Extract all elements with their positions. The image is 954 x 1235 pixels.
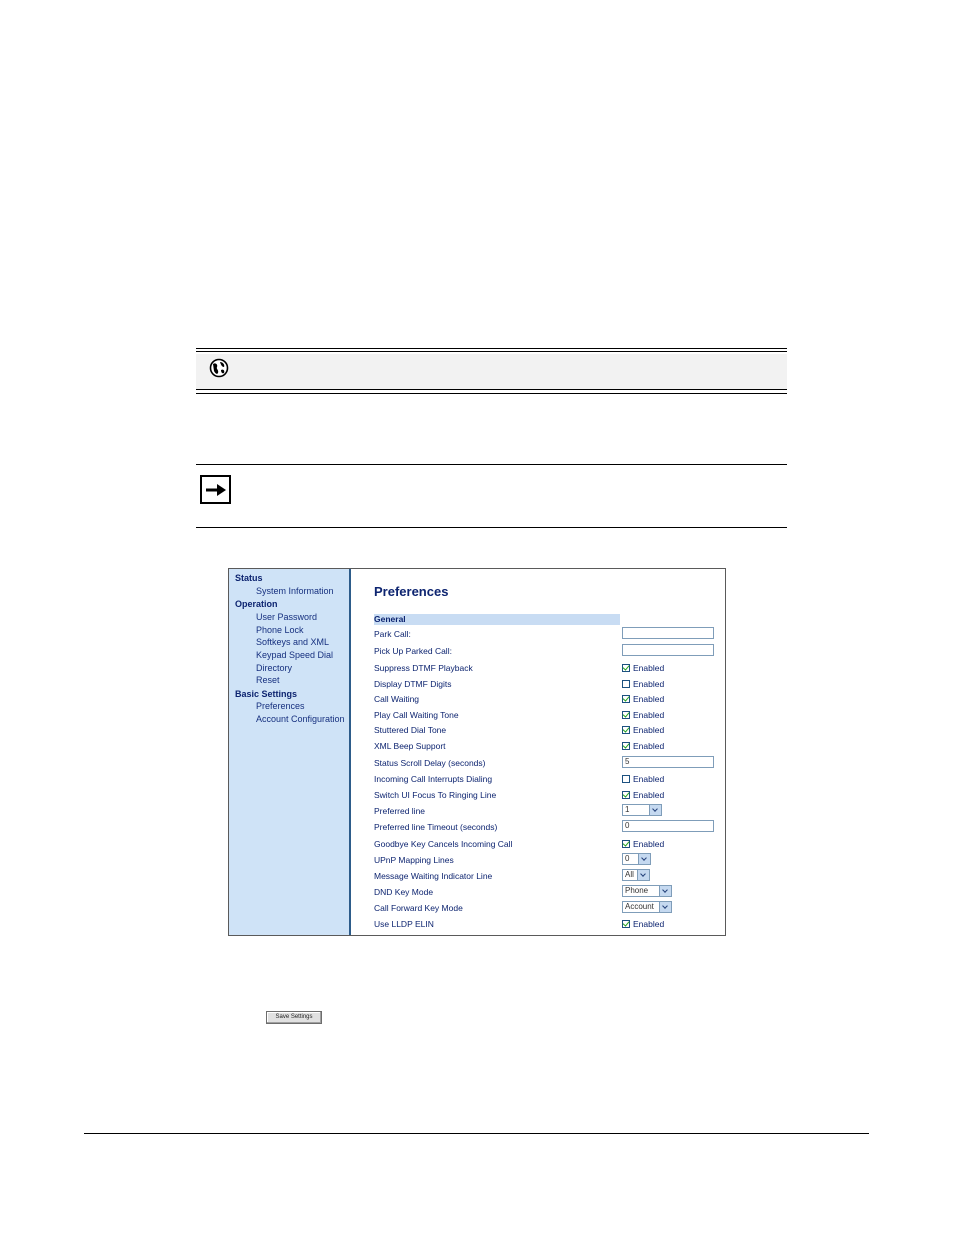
setting-label: Suppress DTMF Playback bbox=[374, 663, 473, 673]
checkbox-label: Enabled bbox=[633, 709, 665, 720]
select-value: Phone bbox=[625, 886, 649, 895]
setting-text-field[interactable] bbox=[622, 644, 714, 656]
setting-select[interactable]: 0 bbox=[622, 853, 651, 865]
setting-label: Message Waiting Indicator Line bbox=[374, 871, 493, 881]
checkbox-checked-icon[interactable] bbox=[622, 741, 630, 750]
setting-label: Preferred line Timeout (seconds) bbox=[374, 822, 498, 832]
footer-divider bbox=[84, 1133, 869, 1134]
checkbox-checked-icon[interactable] bbox=[622, 663, 630, 672]
sidebar-item[interactable]: Reset bbox=[256, 675, 280, 686]
select-value: All bbox=[625, 870, 634, 879]
arrow-right-icon bbox=[200, 475, 231, 504]
setting-checkbox[interactable]: Enabled bbox=[622, 678, 664, 689]
setting-text-field[interactable]: 5 bbox=[622, 756, 714, 768]
setting-text-field[interactable]: 0 bbox=[622, 820, 714, 832]
setting-checkbox[interactable]: Enabled bbox=[622, 918, 664, 929]
checkbox-label: Enabled bbox=[633, 773, 665, 784]
sidebar-item[interactable]: Softkeys and XML bbox=[256, 637, 329, 648]
setting-label: XML Beep Support bbox=[374, 741, 446, 751]
sidebar-item[interactable]: Keypad Speed Dial bbox=[256, 650, 333, 661]
setting-label: DND Key Mode bbox=[374, 887, 434, 897]
checkbox-unchecked-icon[interactable] bbox=[622, 774, 630, 783]
sidebar-item[interactable]: Directory bbox=[256, 663, 292, 674]
chevron-down-icon[interactable] bbox=[659, 902, 671, 912]
sidebar-item[interactable]: Phone Lock bbox=[256, 625, 304, 636]
setting-label: Stuttered Dial Tone bbox=[374, 725, 447, 735]
checkbox-label: Enabled bbox=[633, 789, 665, 800]
setting-checkbox[interactable]: Enabled bbox=[622, 724, 664, 735]
sidebar-item[interactable]: Basic Settings bbox=[235, 689, 297, 700]
chevron-down-icon[interactable] bbox=[637, 870, 649, 880]
checkbox-checked-icon[interactable] bbox=[622, 694, 630, 703]
chevron-down-icon[interactable] bbox=[649, 805, 661, 815]
setting-checkbox[interactable]: Enabled bbox=[622, 662, 664, 673]
setting-label: Play Call Waiting Tone bbox=[374, 710, 459, 720]
setting-checkbox[interactable]: Enabled bbox=[622, 838, 664, 849]
checkbox-label: Enabled bbox=[633, 693, 665, 704]
note-divider-bottom bbox=[196, 527, 787, 528]
setting-label: Call Forward Key Mode bbox=[374, 903, 463, 913]
setting-label: Switch UI Focus To Ringing Line bbox=[374, 790, 497, 800]
sidebar-item[interactable]: Preferences bbox=[256, 701, 305, 712]
checkbox-label: Enabled bbox=[633, 678, 665, 689]
setting-checkbox[interactable]: Enabled bbox=[622, 740, 664, 751]
sidebar-item[interactable]: Account Configuration bbox=[256, 714, 345, 725]
setting-checkbox[interactable]: Enabled bbox=[622, 709, 664, 720]
checkbox-checked-icon[interactable] bbox=[622, 725, 630, 734]
globe-phone-icon bbox=[209, 358, 229, 378]
checkbox-checked-icon[interactable] bbox=[622, 710, 630, 719]
page-title: Preferences bbox=[374, 584, 449, 599]
sidebar-item[interactable]: Status bbox=[235, 573, 263, 584]
save-settings-button[interactable]: Save Settings bbox=[266, 1011, 322, 1024]
checkbox-label: Enabled bbox=[633, 724, 665, 735]
setting-label: Preferred line bbox=[374, 806, 426, 816]
setting-checkbox[interactable]: Enabled bbox=[622, 789, 664, 800]
sidebar-item[interactable]: System Information bbox=[256, 586, 334, 597]
setting-select[interactable]: 1 bbox=[622, 804, 662, 816]
setting-label: UPnP Mapping Lines bbox=[374, 855, 454, 865]
setting-label: Status Scroll Delay (seconds) bbox=[374, 758, 486, 768]
chevron-down-icon[interactable] bbox=[659, 886, 671, 896]
setting-checkbox[interactable]: Enabled bbox=[622, 773, 664, 784]
setting-label: Pick Up Parked Call: bbox=[374, 646, 452, 656]
setting-label: Goodbye Key Cancels Incoming Call bbox=[374, 839, 513, 849]
checkbox-label: Enabled bbox=[633, 918, 665, 929]
checkbox-checked-icon[interactable] bbox=[622, 790, 630, 799]
checkbox-unchecked-icon[interactable] bbox=[622, 679, 630, 688]
note-divider-top bbox=[196, 464, 787, 465]
checkbox-checked-icon[interactable] bbox=[622, 919, 630, 928]
setting-select[interactable]: Account bbox=[622, 901, 672, 913]
checkbox-label: Enabled bbox=[633, 838, 665, 849]
section-header-general: General bbox=[374, 614, 620, 625]
setting-select[interactable]: All bbox=[622, 869, 650, 881]
select-value: 0 bbox=[625, 854, 630, 863]
sidebar: Status System Information Operation User Pa… bbox=[229, 569, 351, 935]
select-value: Account bbox=[625, 902, 654, 911]
main-content: Preferences General Park Call: Pick Up Pa… bbox=[351, 569, 725, 935]
web-ui-screenshot: Status System Information Operation User Pa… bbox=[228, 568, 726, 936]
setting-select[interactable]: Phone bbox=[622, 885, 672, 897]
checkbox-label: Enabled bbox=[633, 662, 665, 673]
web-ui-note-box bbox=[196, 348, 787, 394]
sidebar-item[interactable]: User Password bbox=[256, 612, 317, 623]
setting-label: Use LLDP ELIN bbox=[374, 919, 434, 929]
sidebar-item[interactable]: Operation bbox=[235, 599, 278, 610]
setting-text-field[interactable] bbox=[622, 627, 714, 639]
setting-label: Display DTMF Digits bbox=[374, 679, 452, 689]
checkbox-checked-icon[interactable] bbox=[622, 839, 630, 848]
setting-label: Park Call: bbox=[374, 629, 411, 639]
select-value: 1 bbox=[625, 805, 630, 814]
setting-label: Call Waiting bbox=[374, 694, 420, 704]
chevron-down-icon[interactable] bbox=[638, 854, 650, 864]
checkbox-label: Enabled bbox=[633, 740, 665, 751]
setting-checkbox[interactable]: Enabled bbox=[622, 693, 664, 704]
setting-label: Incoming Call Interrupts Dialing bbox=[374, 774, 493, 784]
